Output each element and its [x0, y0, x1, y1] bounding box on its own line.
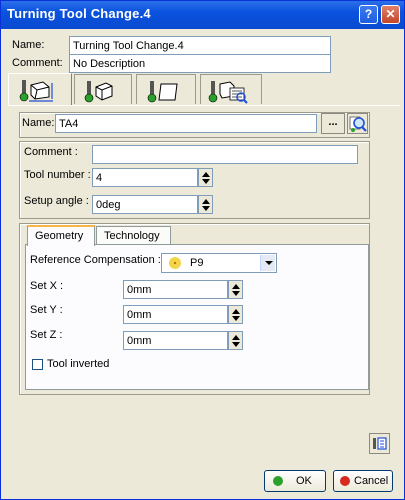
reference-compensation-value: P9: [190, 257, 204, 269]
tool-inverted-label: Tool inverted: [47, 358, 110, 370]
ok-button[interactable]: OK: [264, 470, 326, 492]
ok-dot-icon: [273, 476, 283, 486]
tab-geometry[interactable]: Geometry: [27, 225, 95, 246]
tool-number-label: Tool number :: [24, 169, 91, 181]
tool-assembly-small-icon: [373, 437, 387, 450]
tool-insert-icon: [147, 81, 178, 103]
tool-comment-field[interactable]: [92, 145, 358, 164]
tool-inverted-checkbox[interactable]: [32, 359, 43, 370]
set-z-label: Set Z :: [30, 329, 63, 341]
tool-geometry-icon: [84, 81, 113, 103]
tool-assembly-button[interactable]: [369, 433, 390, 454]
name-field[interactable]: [69, 36, 331, 55]
window-title: Turning Tool Change.4: [7, 6, 151, 21]
chevron-down-icon[interactable]: [260, 255, 275, 271]
set-z-spinner[interactable]: [228, 331, 243, 350]
tool-catalog-icon: [208, 81, 248, 104]
tab-tool-catalog[interactable]: [200, 74, 262, 104]
setup-angle-label: Setup angle :: [24, 195, 89, 207]
icon-tab-bar: [8, 73, 400, 106]
browse-button[interactable]: ...: [321, 113, 345, 134]
set-z-field[interactable]: [123, 331, 228, 350]
set-y-field[interactable]: [123, 305, 228, 324]
set-x-label: Set X :: [30, 280, 64, 292]
cancel-button[interactable]: Cancel: [333, 470, 393, 492]
reference-compensation-label: Reference Compensation :: [30, 254, 161, 266]
set-y-label: Set Y :: [30, 304, 63, 316]
name-label: Name:: [12, 39, 45, 51]
search-tool-button[interactable]: [347, 113, 368, 134]
cancel-label: Cancel: [354, 475, 389, 487]
ok-label: OK: [296, 475, 312, 487]
reference-compensation-select[interactable]: P9: [161, 253, 277, 273]
tab-tool-insert[interactable]: [136, 74, 196, 104]
tab-tool-assembly[interactable]: [8, 73, 72, 105]
tool-number-spinner[interactable]: [198, 168, 213, 187]
tool-assembly-icon: [19, 80, 53, 102]
close-button[interactable]: ✕: [381, 5, 400, 24]
tool-name-label: Name:: [22, 117, 55, 129]
set-y-spinner[interactable]: [228, 305, 243, 324]
tab-tool-geometry[interactable]: [74, 74, 132, 104]
tool-comment-label: Comment :: [24, 146, 78, 158]
reference-point-icon: [169, 257, 181, 269]
help-button[interactable]: ?: [359, 5, 378, 24]
tool-name-field[interactable]: [55, 114, 317, 133]
icon-tab-divider: [8, 105, 400, 106]
setup-angle-field[interactable]: [92, 195, 198, 214]
cancel-dot-icon: [340, 476, 350, 486]
search-tool-icon: [349, 116, 367, 132]
comment-field[interactable]: [69, 54, 331, 73]
tool-number-field[interactable]: [92, 168, 198, 187]
set-x-spinner[interactable]: [228, 280, 243, 299]
set-x-field[interactable]: [123, 280, 228, 299]
title-bar[interactable]: Turning Tool Change.4 ? ✕: [1, 1, 404, 29]
setup-angle-spinner[interactable]: [198, 195, 213, 214]
tool-change-dialog: Turning Tool Change.4 ? ✕ Name: Comment:: [0, 0, 405, 500]
comment-label: Comment:: [12, 57, 63, 69]
